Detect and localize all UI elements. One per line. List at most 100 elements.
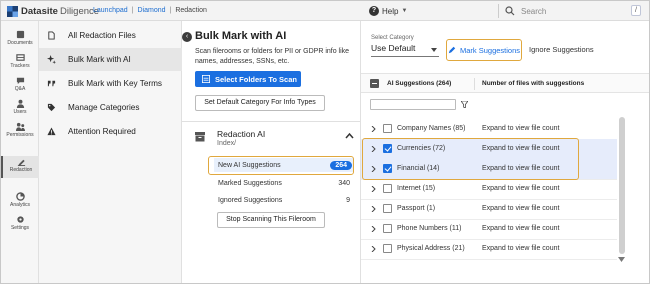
- suggestion-list-marked[interactable]: Marked Suggestions 340: [214, 176, 354, 190]
- suggestion-name: Phone Numbers (11): [397, 225, 462, 232]
- category-value: Use Default: [371, 43, 416, 53]
- users-icon: [16, 99, 24, 108]
- breadcrumb-separator: |: [169, 7, 172, 14]
- ignore-suggestions-button[interactable]: Ignore Suggestions: [529, 45, 594, 54]
- column-divider: [474, 78, 475, 90]
- pen-icon: [448, 46, 456, 54]
- search-input[interactable]: [521, 6, 621, 16]
- datasite-logo-icon: [7, 5, 18, 17]
- chevron-right-icon[interactable]: [371, 226, 376, 232]
- help-menu[interactable]: ? Help ▼: [369, 6, 407, 16]
- file-count: Expand to view file count: [482, 205, 560, 212]
- rail-label: Settings: [10, 225, 30, 231]
- redaction-subnav: All Redaction Files Bulk Mark with AI Bu…: [39, 21, 182, 283]
- suggestion-list-ignored[interactable]: Ignored Suggestions 9: [214, 193, 354, 207]
- suggestion-filter-input[interactable]: [370, 99, 456, 110]
- subnav-item-attention-required[interactable]: Attention Required: [39, 120, 182, 143]
- subnav-label: Manage Categories: [68, 103, 140, 112]
- global-search: /: [498, 4, 643, 18]
- row-checkbox[interactable]: [383, 224, 392, 233]
- row-checkbox[interactable]: [383, 124, 392, 133]
- chevron-right-icon[interactable]: [371, 246, 376, 252]
- subnav-label: Bulk Mark with Key Terms: [68, 79, 163, 88]
- rail-label: Trackers: [10, 63, 30, 69]
- fileroom-title: Redaction AI: [217, 129, 266, 139]
- chevron-right-icon[interactable]: [371, 126, 376, 132]
- callout-highlight: [208, 156, 354, 175]
- left-rail: Documents Trackers Q&A Users Permissions…: [1, 21, 39, 283]
- table-row[interactable]: Physical Address (21) Expand to view fil…: [361, 239, 617, 259]
- subnav-item-bulk-mark-key-terms[interactable]: Bulk Mark with Key Terms: [39, 72, 182, 95]
- subnav-label: Attention Required: [68, 127, 136, 136]
- help-label: Help: [382, 6, 399, 16]
- back-button[interactable]: ‹: [182, 32, 192, 42]
- chevron-left-icon: ‹: [185, 33, 189, 40]
- subnav-item-bulk-mark-ai[interactable]: Bulk Mark with AI: [39, 48, 182, 71]
- breadcrumb-diamond[interactable]: Diamond: [137, 7, 165, 14]
- mark-suggestions-label: Mark Suggestions: [459, 45, 521, 55]
- file-icon: [48, 31, 55, 40]
- bulk-mark-panel: ‹ Bulk Mark with AI Scan filerooms or fo…: [182, 21, 361, 283]
- breadcrumb-launchpad[interactable]: Launchpad: [93, 7, 128, 14]
- page-description: Scan filerooms or folders for PII or GDP…: [195, 48, 350, 65]
- file-count: Expand to view file count: [482, 125, 560, 132]
- subnav-item-manage-categories[interactable]: Manage Categories: [39, 96, 182, 119]
- column-header-files[interactable]: Number of files with suggestions: [482, 80, 584, 87]
- search-shortcut-key: /: [631, 5, 641, 16]
- rail-item-analytics[interactable]: Analytics: [1, 191, 39, 213]
- divider: [361, 259, 617, 260]
- table-row[interactable]: Company Names (85) Expand to view file c…: [361, 119, 617, 139]
- row-checkbox[interactable]: [383, 184, 392, 193]
- suggestion-name: Company Names (85): [397, 125, 466, 132]
- quote-icon: [47, 80, 56, 87]
- suggestion-name: Physical Address (21): [397, 245, 465, 252]
- table-row[interactable]: Phone Numbers (11) Expand to view file c…: [361, 219, 617, 239]
- page-title: Bulk Mark with AI: [195, 30, 287, 42]
- callout-highlight: [362, 138, 579, 180]
- table-row[interactable]: Internet (15) Expand to view file count: [361, 179, 617, 199]
- redaction-icon: [17, 159, 25, 166]
- help-icon: ?: [369, 6, 379, 16]
- rail-item-redaction[interactable]: Redaction: [1, 156, 39, 178]
- logo[interactable]: Datasite Diligence: [7, 5, 99, 17]
- filter-icon[interactable]: [461, 101, 468, 108]
- rail-item-users[interactable]: Users: [1, 98, 39, 120]
- breadcrumb-redaction: Redaction: [175, 7, 207, 14]
- rail-item-settings[interactable]: Settings: [1, 214, 39, 236]
- chevron-right-icon[interactable]: [371, 206, 376, 212]
- rail-item-qa[interactable]: Q&A: [1, 75, 39, 97]
- suggestion-list-label: Ignored Suggestions: [218, 196, 283, 204]
- chevron-down-icon: ▼: [401, 8, 408, 14]
- mark-suggestions-button[interactable]: Mark Suggestions: [446, 39, 522, 61]
- chevron-up-icon[interactable]: [345, 132, 354, 139]
- subnav-item-all-redaction-files[interactable]: All Redaction Files: [39, 24, 182, 47]
- rail-label: Analytics: [9, 202, 30, 208]
- scrollbar-thumb[interactable]: [619, 117, 625, 254]
- row-checkbox[interactable]: [383, 244, 392, 253]
- select-folders-label: Select Folders To Scan: [215, 74, 297, 84]
- search-icon: [505, 6, 515, 16]
- select-folders-button[interactable]: Select Folders To Scan: [195, 71, 301, 87]
- rail-label: Users: [13, 109, 27, 115]
- table-row[interactable]: Passport (1) Expand to view file count: [361, 199, 617, 219]
- folder-scan-icon: [202, 75, 210, 83]
- tag-icon: [47, 103, 56, 112]
- rail-label: Redaction: [9, 167, 33, 173]
- caret-down-icon: [431, 48, 437, 52]
- sparkle-icon: [47, 55, 56, 64]
- rail-item-permissions[interactable]: Permissions: [1, 121, 39, 143]
- column-header-suggestions[interactable]: AI Suggestions (264): [387, 80, 451, 87]
- rail-label: Q&A: [14, 86, 26, 92]
- scroll-down-icon[interactable]: [618, 257, 625, 262]
- rail-item-documents[interactable]: Documents: [1, 29, 39, 51]
- chevron-right-icon[interactable]: [371, 186, 376, 192]
- select-all-checkbox[interactable]: [370, 79, 379, 88]
- rail-item-trackers[interactable]: Trackers: [1, 52, 39, 74]
- file-count: Expand to view file count: [482, 225, 560, 232]
- stop-scanning-button[interactable]: Stop Scanning This Fileroom: [217, 212, 325, 228]
- warning-icon: [47, 127, 56, 136]
- category-label: Select Category: [371, 35, 414, 41]
- row-checkbox[interactable]: [383, 204, 392, 213]
- set-default-category-button[interactable]: Set Default Category For Info Types: [195, 95, 325, 111]
- category-select[interactable]: Use Default: [371, 43, 439, 57]
